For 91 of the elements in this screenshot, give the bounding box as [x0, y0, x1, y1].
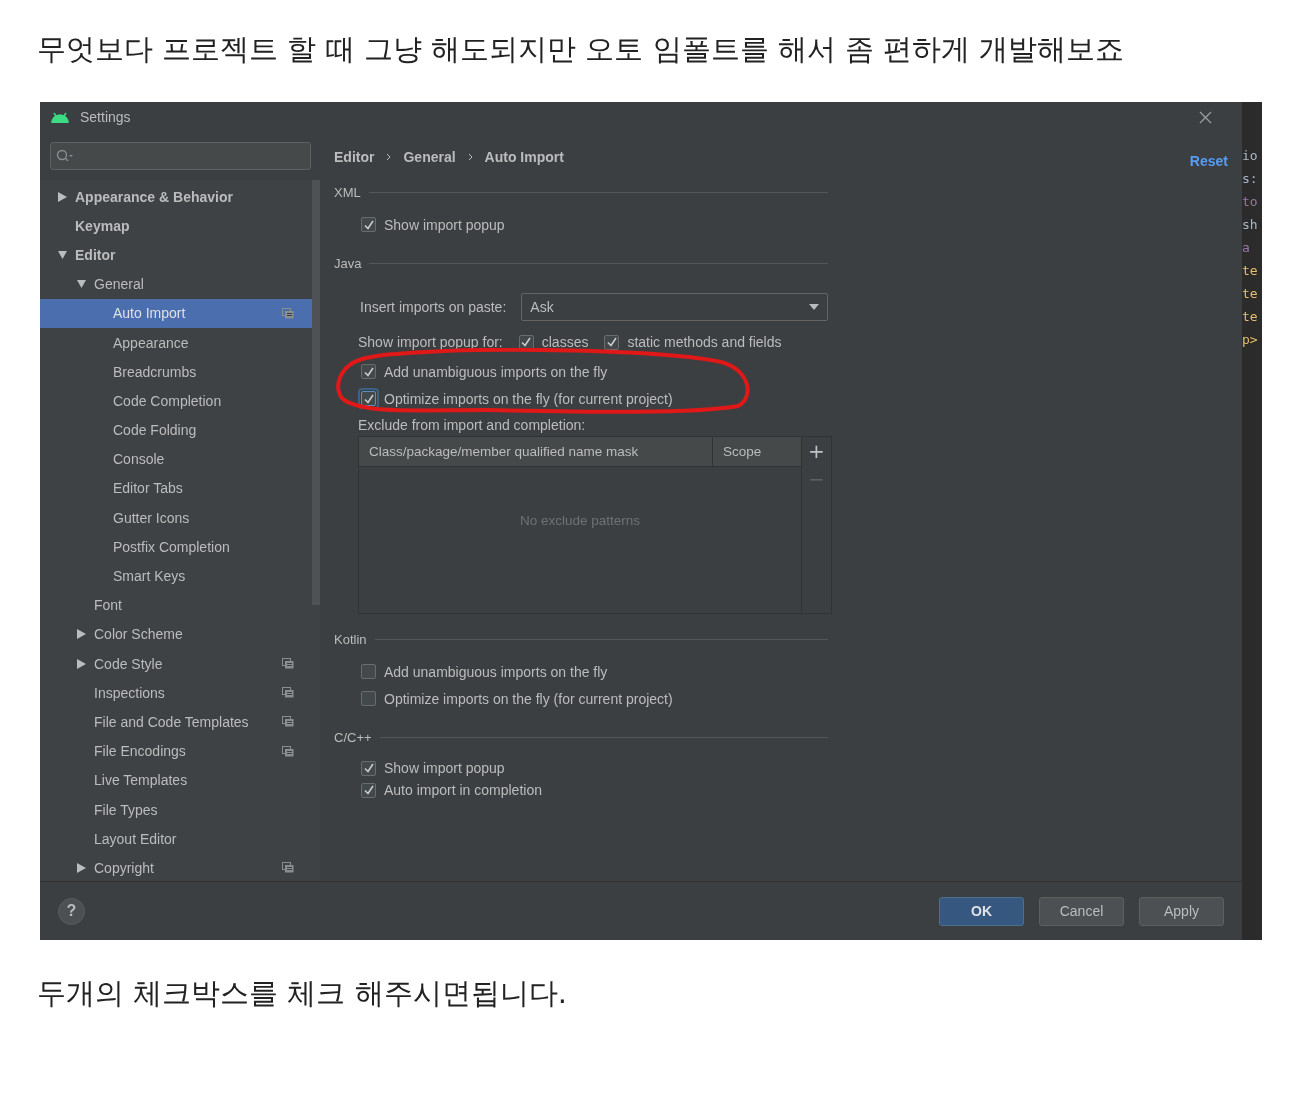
tree-item[interactable]: Editor Tabs — [40, 473, 312, 504]
dialog-button[interactable]: OK — [939, 896, 1024, 926]
section-title: XML — [334, 184, 361, 200]
tree-item[interactable]: Keymap — [40, 211, 312, 241]
checkbox-label: Add unambiguous imports on the fly — [384, 363, 608, 380]
column-header[interactable]: Class/package/member qualified name mask — [359, 437, 713, 466]
tree-item[interactable]: Postfix Completion — [40, 532, 312, 562]
tree-item[interactable]: Breadcrumbs — [40, 357, 312, 387]
column-header[interactable]: Scope — [713, 437, 762, 466]
dialog-button[interactable]: Cancel — [1039, 896, 1124, 926]
search-icon — [56, 149, 74, 163]
code-fragment: p> — [1242, 332, 1259, 348]
tree-item[interactable]: Code Folding — [40, 415, 312, 445]
field-label: Insert imports on paste: — [360, 299, 507, 315]
copy-icon — [282, 862, 294, 874]
tree-item[interactable]: General — [40, 269, 312, 299]
tree-item[interactable]: File Encodings — [40, 736, 312, 766]
checkbox-label: classes — [541, 334, 589, 350]
checkbox-label: Show import popup — [384, 760, 505, 776]
code-fragment: io — [1242, 148, 1259, 164]
tree-item[interactable]: Code Style — [40, 649, 312, 679]
chevron-right-icon — [467, 153, 473, 161]
tree-item[interactable]: Inspections — [40, 678, 312, 708]
checkbox-label: Show import popup — [384, 216, 505, 233]
copy-icon — [282, 307, 294, 319]
table-label: Exclude from import and completion: — [358, 417, 586, 433]
copy-icon — [282, 716, 294, 728]
checkbox[interactable] — [361, 364, 376, 379]
expand-arrow-icon[interactable] — [77, 862, 86, 873]
checkbox[interactable] — [361, 691, 376, 706]
search-field[interactable] — [50, 142, 311, 170]
dropdown-arrow-icon — [809, 304, 819, 310]
expand-arrow-icon[interactable] — [58, 191, 67, 202]
code-fragment: te — [1242, 263, 1259, 279]
code-fragment: a — [1242, 240, 1251, 256]
android-icon — [50, 111, 70, 123]
code-fragment: s: — [1242, 171, 1259, 187]
section-title: Java — [334, 255, 362, 271]
checkbox[interactable] — [361, 664, 376, 679]
tree-item[interactable]: Appearance — [40, 327, 312, 358]
tree-item[interactable]: Console — [40, 444, 312, 474]
tree-item[interactable]: Color Scheme — [40, 619, 312, 649]
caption-text: 두개의 체크박스를 체크 해주시면됩니다. — [37, 975, 568, 1012]
checkbox[interactable] — [361, 217, 376, 232]
scrollbar-thumb[interactable] — [312, 180, 320, 605]
tree-item[interactable]: Font — [40, 590, 312, 620]
reset-link[interactable]: Reset — [1189, 153, 1228, 169]
expand-arrow-icon[interactable] — [77, 629, 86, 640]
tree-item[interactable]: Code Completion — [40, 386, 312, 416]
section-title: C/C++ — [334, 729, 372, 745]
checkbox-label: Auto import in completion — [384, 782, 542, 798]
tree-item[interactable]: Editor — [40, 240, 312, 270]
tree-item[interactable]: Smart Keys — [40, 561, 312, 591]
code-fragment: te — [1242, 286, 1259, 302]
copy-icon — [282, 687, 294, 699]
checkbox-label: Optimize imports on the fly (for current project) — [384, 390, 673, 407]
tree-item[interactable]: File and Code Templates — [40, 707, 312, 737]
expand-arrow-icon[interactable] — [58, 249, 67, 260]
help-button[interactable]: ? — [58, 897, 85, 925]
window-title: Settings — [80, 109, 131, 125]
checkbox[interactable] — [361, 782, 376, 798]
breadcrumb-item[interactable]: Auto Import — [484, 149, 564, 165]
dropdown[interactable]: Ask — [521, 293, 828, 321]
close-icon[interactable] — [1199, 110, 1212, 124]
field-label: Show import popup for: — [358, 334, 503, 350]
expand-arrow-icon[interactable] — [77, 279, 86, 290]
copy-icon — [282, 658, 294, 670]
tree-item[interactable]: Live Templates — [40, 765, 312, 795]
breadcrumb-item[interactable]: Editor — [334, 149, 375, 165]
checkbox-label: static methods and fields — [627, 334, 782, 350]
checkbox[interactable] — [604, 334, 620, 350]
section-title: Kotlin — [334, 631, 367, 647]
tree-item[interactable]: Auto Import — [40, 298, 312, 328]
checkbox-label: Add unambiguous imports on the fly — [384, 663, 608, 680]
checkbox-label: Optimize imports on the fly (for current project) — [384, 690, 673, 707]
tree-item[interactable]: Gutter Icons — [40, 503, 312, 533]
tree-item[interactable]: Layout Editor — [40, 824, 312, 854]
tree-item[interactable]: Copyright — [40, 853, 312, 883]
checkbox[interactable] — [361, 760, 376, 776]
breadcrumb-item[interactable]: General — [403, 149, 456, 165]
chevron-right-icon — [386, 153, 392, 161]
add-button[interactable]: + — [805, 437, 828, 465]
tree-item[interactable]: Appearance & Behavior — [40, 182, 312, 212]
dialog-button[interactable]: Apply — [1139, 896, 1224, 926]
expand-arrow-icon[interactable] — [77, 658, 86, 669]
copy-icon — [282, 745, 294, 757]
tree-item[interactable]: File Types — [40, 794, 312, 825]
code-fragment: to — [1242, 194, 1259, 210]
heading-text: 무엇보다 프로젝트 할 때 그냥 해도되지만 오토 임폴트를 해서 좀 편하게 개발해보죠 — [37, 31, 1126, 68]
code-fragment: sh — [1242, 217, 1259, 233]
code-fragment: te — [1242, 309, 1259, 325]
